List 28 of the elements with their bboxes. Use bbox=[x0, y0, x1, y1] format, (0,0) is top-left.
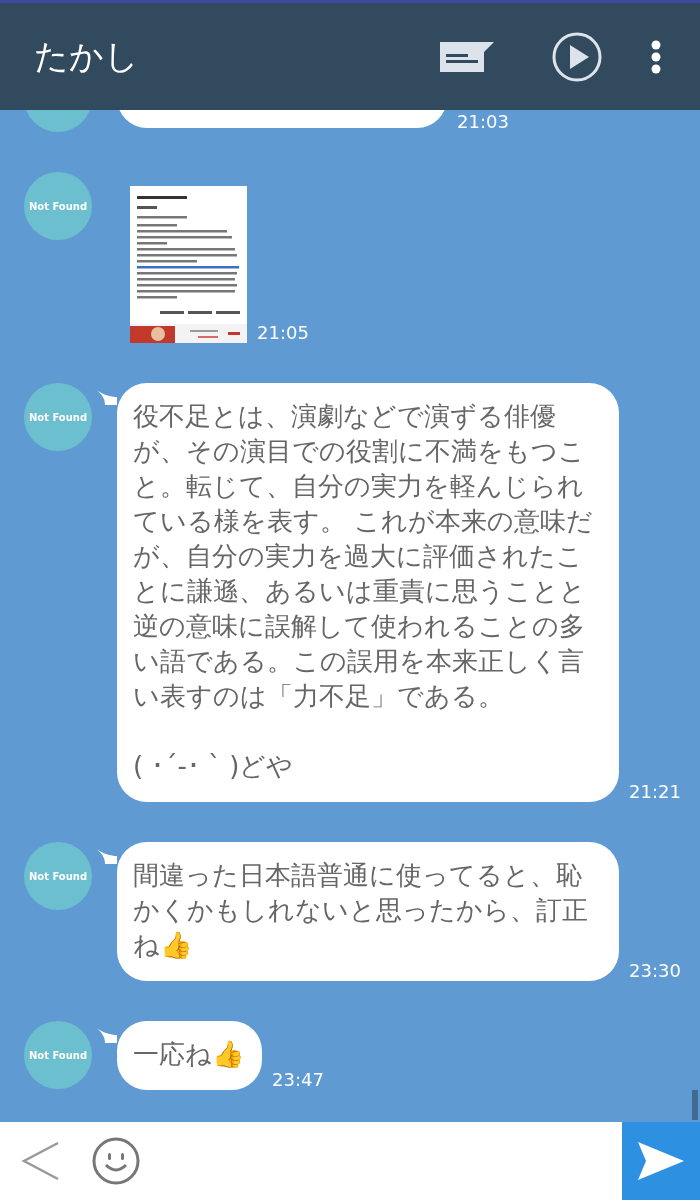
message-time: 21:21 bbox=[629, 781, 681, 802]
back-icon[interactable] bbox=[20, 1141, 60, 1181]
avatar[interactable]: Not Found bbox=[24, 1021, 92, 1089]
avatar-text: Not Found bbox=[28, 1049, 88, 1061]
message-time: 23:47 bbox=[272, 1069, 324, 1090]
more-icon[interactable] bbox=[650, 38, 662, 75]
avatar[interactable]: Not Found bbox=[24, 172, 92, 240]
message-text: 一応ね👍 bbox=[133, 1038, 244, 1071]
avatar-text: Not Found bbox=[28, 870, 88, 882]
smiley-icon[interactable] bbox=[92, 1137, 140, 1185]
play-icon[interactable] bbox=[552, 31, 602, 82]
scrollbar[interactable] bbox=[692, 1090, 698, 1120]
message-text: 間違った日本語普通に使ってると、恥かくかもしれないと思ったから、訂正ね👍 bbox=[133, 859, 589, 962]
send-button[interactable] bbox=[622, 1122, 700, 1200]
note-icon[interactable] bbox=[440, 41, 494, 72]
chat-title: たかし bbox=[34, 34, 140, 78]
bubble-tail bbox=[95, 1027, 117, 1043]
avatar[interactable]: Not Found bbox=[24, 383, 92, 451]
message-time: 21:05 bbox=[257, 322, 309, 343]
message-time: 23:30 bbox=[629, 960, 681, 981]
message-time: 21:03 bbox=[457, 111, 509, 132]
bubble-tail bbox=[95, 848, 117, 864]
avatar-text: Not Found bbox=[28, 200, 88, 212]
avatar-text: Not Found bbox=[28, 411, 88, 423]
message-text: 役不足とは、演劇などで演ずる俳優が、その演目での役割に不満をもつこと。転じて、自分の実力を軽んじられている様を表す。 これが本来の意味だが、自分の実力を過大に評価されたことに謙遜、あるいは重責に思うことと逆の意味に誤解して使われることの多い語である。この誤用を本来正しく言い表すのは「力不足」である。 ( ･´-･ ` )どや bbox=[133, 400, 595, 783]
avatar[interactable]: Not Found bbox=[24, 842, 92, 910]
send-icon bbox=[638, 1142, 684, 1180]
bubble-tail bbox=[95, 389, 117, 405]
